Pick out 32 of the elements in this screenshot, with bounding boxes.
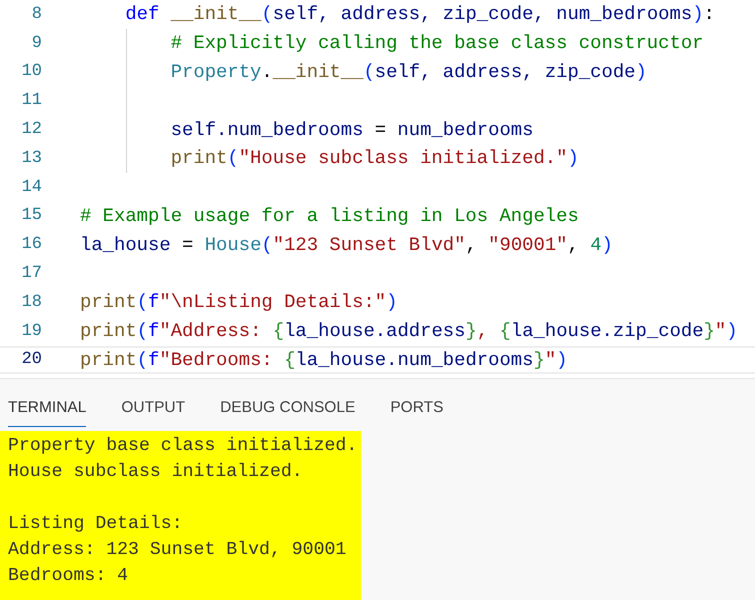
line-number: 11 (20, 91, 42, 110)
line-number: 18 (20, 292, 42, 312)
code-line: print(f"Bedrooms: {la_house.num_bedrooms}") (80, 348, 568, 371)
line-number: 9 (30, 34, 42, 53)
line-number: 13 (20, 148, 42, 168)
terminal-output-line: Property base class initialized. (8, 435, 358, 458)
code-line: print("House subclass initialized.") (170, 147, 579, 170)
line-number: 20 (20, 350, 42, 370)
line-number: 15 (20, 206, 42, 226)
terminal-output-line: Bedrooms: 4 (8, 565, 130, 588)
panel-tab[interactable]: OUTPUT (121, 395, 186, 427)
line-number: 10 (20, 62, 42, 82)
code-line: print(f"\nListing Details:") (80, 291, 398, 314)
panel-tab[interactable]: DEBUG CONSOLE (220, 395, 356, 427)
line-number: 14 (20, 178, 42, 197)
panel-tab[interactable]: PORTS (390, 395, 444, 427)
line-number: 8 (30, 4, 42, 24)
terminal-output-line: Address: 123 Sunset Blvd, 90001 (8, 539, 348, 562)
line-number: 19 (20, 322, 42, 341)
code-line: # Explicitly calling the base class constructor (170, 32, 704, 54)
code-line: def __init__(self, address, zip_code, num_bedrooms): (124, 3, 715, 26)
code-line: la_house = House("123 Sunset Blvd", "90001", 4) (80, 234, 613, 256)
terminal-output-line: House subclass initialized. (8, 461, 304, 484)
code-line: print(f"Address: {la_house.address}, {la_house.zip_code}") (80, 320, 738, 342)
panel-tab[interactable]: TERMINAL (8, 395, 86, 427)
code-line: self.num_bedrooms = num_bedrooms (170, 118, 534, 141)
code-line: Property.__init__(self, address, zip_code) (170, 60, 647, 83)
line-number: 16 (20, 235, 42, 254)
code-line: # Example usage for a listing in Los Angeles (80, 204, 579, 227)
line-number: 17 (20, 264, 42, 284)
line-number: 12 (20, 120, 42, 140)
terminal-output-line: Listing Details: (8, 513, 184, 536)
